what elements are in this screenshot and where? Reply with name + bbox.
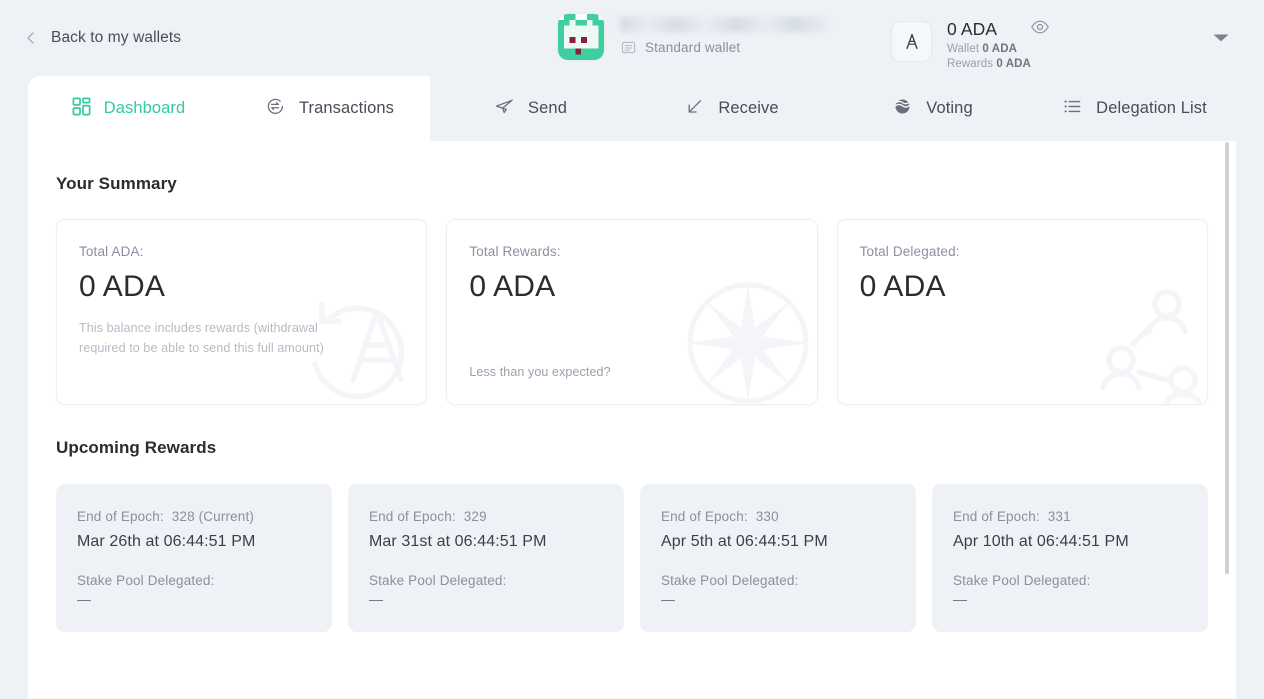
stake-pool-label: Stake Pool Delegated: bbox=[953, 573, 1091, 588]
summary-card-value: 0 ADA bbox=[469, 270, 556, 303]
stake-pool-value: — bbox=[77, 591, 91, 607]
epoch-label-row: End of Epoch: 330 bbox=[661, 509, 895, 524]
eye-icon[interactable] bbox=[1030, 17, 1050, 37]
tab-delegation-list-label: Delegation List bbox=[1096, 99, 1207, 117]
epoch-label: End of Epoch: bbox=[953, 509, 1040, 524]
wallet-meta: Standard wallet bbox=[620, 14, 828, 56]
balance-text: 0 ADA Wallet 0 ADA Rewards 0 ADA bbox=[947, 19, 1031, 71]
summary-cards: Total ADA: 0 ADA This balance includes r… bbox=[56, 219, 1208, 405]
summary-card-label: Total ADA: bbox=[79, 244, 144, 259]
stake-pool-label: Stake Pool Delegated: bbox=[369, 573, 507, 588]
caret-down-icon[interactable] bbox=[1212, 33, 1230, 43]
wallet-type-label: Standard wallet bbox=[645, 40, 741, 55]
wallet-card-icon bbox=[620, 39, 637, 56]
balance-wallet-amount: 0 ADA bbox=[982, 43, 1018, 55]
summary-card-value: 0 ADA bbox=[79, 270, 166, 303]
balance-rewards-row: Rewards 0 ADA bbox=[947, 57, 1031, 72]
balance-wallet-row: Wallet 0 ADA bbox=[947, 42, 1031, 57]
epoch-card: End of Epoch: 329 Mar 31st at 06:44:51 PM… bbox=[348, 484, 624, 632]
tab-transactions[interactable]: Transactions bbox=[229, 76, 430, 141]
epoch-card: End of Epoch: 330 Apr 5th at 06:44:51 PM … bbox=[640, 484, 916, 632]
back-to-wallets-label: Back to my wallets bbox=[51, 29, 182, 46]
epoch-number: 328 (Current) bbox=[171, 509, 254, 524]
ada-symbol-icon bbox=[891, 21, 932, 62]
pixel-identicon-avatar bbox=[558, 14, 604, 60]
epoch-number: 331 bbox=[1047, 509, 1071, 524]
tab-voting-label: Voting bbox=[926, 99, 973, 117]
summary-card-total-delegated: Total Delegated: 0 ADA bbox=[836, 219, 1208, 405]
tab-receive-label: Receive bbox=[718, 99, 779, 117]
stake-pool-label: Stake Pool Delegated: bbox=[77, 573, 215, 588]
tab-delegation-list[interactable]: Delegation List bbox=[1033, 76, 1236, 141]
balance-rewards-amount: 0 ADA bbox=[996, 57, 1031, 70]
main-tab-bar: Dashboard Transactions Send Receive Voti… bbox=[28, 76, 1236, 141]
wallet-dashboard-app: Back to my wallets Standard wallet 0 ADA… bbox=[0, 0, 1264, 699]
wallet-balance-block: 0 ADA Wallet 0 ADA Rewards 0 ADA bbox=[891, 19, 1031, 71]
balance-total: 0 ADA bbox=[947, 19, 998, 39]
chevron-left-icon bbox=[24, 31, 38, 45]
wallet-type: Standard wallet bbox=[620, 39, 828, 56]
content-panel: Dashboard Transactions Send Receive Voti… bbox=[28, 76, 1236, 699]
arrow-down-left-icon bbox=[684, 96, 705, 122]
upcoming-rewards-cards: End of Epoch: 328 (Current) Mar 26th at 0… bbox=[56, 484, 1208, 632]
tab-send-label: Send bbox=[528, 99, 567, 117]
tab-transactions-label: Transactions bbox=[298, 99, 395, 117]
dashboard-content: Your Summary Total ADA: 0 ADA This balan… bbox=[28, 141, 1236, 699]
top-bar: Back to my wallets Standard wallet 0 ADA… bbox=[0, 0, 1264, 76]
stake-pool-value: — bbox=[953, 591, 967, 607]
summary-card-value: 0 ADA bbox=[859, 270, 946, 303]
summary-card-label: Total Delegated: bbox=[859, 244, 960, 259]
grid-icon bbox=[72, 97, 91, 121]
scrollbar-thumb[interactable] bbox=[1225, 142, 1229, 574]
epoch-number: 329 bbox=[463, 509, 487, 524]
tab-voting[interactable]: Voting bbox=[832, 76, 1033, 141]
epoch-label: End of Epoch: bbox=[77, 509, 164, 524]
ballot-icon bbox=[892, 96, 913, 122]
epoch-number: 330 bbox=[755, 509, 779, 524]
epoch-date: Apr 5th at 06:44:51 PM bbox=[661, 533, 828, 550]
summary-card-note: This balance includes rewards (withdrawa… bbox=[79, 321, 324, 355]
tab-dashboard[interactable]: Dashboard bbox=[28, 76, 229, 141]
stake-pool-label: Stake Pool Delegated: bbox=[661, 573, 799, 588]
epoch-card: End of Epoch: 328 (Current) Mar 26th at 0… bbox=[56, 484, 332, 632]
back-to-wallets-link[interactable]: Back to my wallets bbox=[24, 29, 181, 47]
balance-wallet-label: Wallet bbox=[947, 43, 980, 55]
tab-dashboard-label: Dashboard bbox=[103, 99, 186, 117]
wallet-name-redacted bbox=[620, 17, 828, 32]
wallet-identity[interactable]: Standard wallet bbox=[558, 14, 828, 60]
epoch-label-row: End of Epoch: 328 (Current) bbox=[77, 509, 311, 524]
tab-send[interactable]: Send bbox=[430, 76, 631, 141]
stake-pool-value: — bbox=[369, 591, 383, 607]
summary-card-total-ada: Total ADA: 0 ADA This balance includes r… bbox=[56, 219, 428, 405]
epoch-date: Mar 26th at 06:44:51 PM bbox=[77, 533, 256, 550]
epoch-date: Mar 31st at 06:44:51 PM bbox=[369, 533, 547, 550]
exchange-icon bbox=[265, 96, 286, 122]
epoch-card: End of Epoch: 331 Apr 10th at 06:44:51 PM… bbox=[932, 484, 1208, 632]
your-summary-title: Your Summary bbox=[56, 174, 177, 193]
paper-plane-icon bbox=[494, 96, 515, 122]
epoch-label-row: End of Epoch: 329 bbox=[369, 509, 603, 524]
stake-pool-value: — bbox=[661, 591, 675, 607]
list-icon bbox=[1062, 96, 1083, 122]
epoch-label: End of Epoch: bbox=[369, 509, 456, 524]
upcoming-rewards-title: Upcoming Rewards bbox=[56, 438, 217, 457]
less-than-expected-link[interactable]: Less than you expected? bbox=[469, 365, 610, 379]
epoch-label-row: End of Epoch: 331 bbox=[953, 509, 1187, 524]
epoch-label: End of Epoch: bbox=[661, 509, 748, 524]
balance-rewards-label: Rewards bbox=[947, 57, 994, 70]
epoch-date: Apr 10th at 06:44:51 PM bbox=[953, 533, 1129, 550]
summary-card-label: Total Rewards: bbox=[469, 244, 561, 259]
tab-receive[interactable]: Receive bbox=[631, 76, 832, 141]
summary-card-total-rewards: Total Rewards: 0 ADA Less than you expec… bbox=[446, 219, 818, 405]
